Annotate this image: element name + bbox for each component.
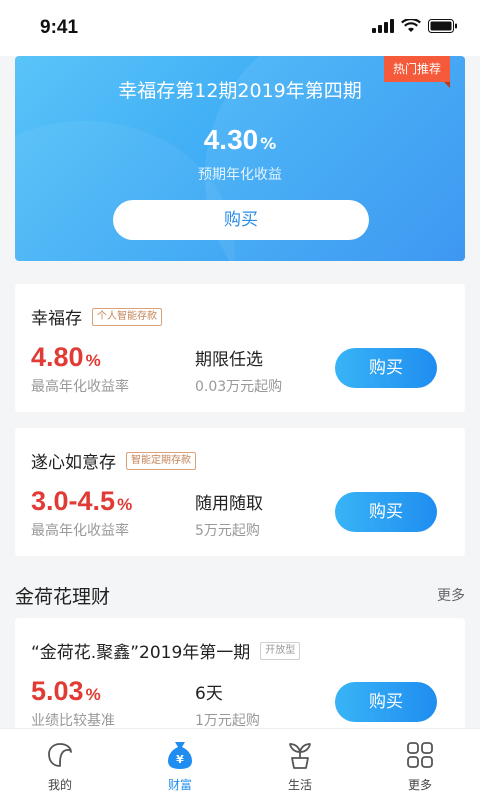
product-rate: 3.0-4.5% xyxy=(31,486,132,517)
product-rate-label: 业绩比较基准 xyxy=(31,713,115,729)
product-name: 幸福存 xyxy=(31,309,82,329)
product-tag: 智能定期存款 xyxy=(126,451,196,470)
tab-label: 生活 xyxy=(287,778,312,792)
banner-buy-button[interactable]: 购买 xyxy=(113,200,369,240)
leaf-icon xyxy=(43,738,77,772)
banner-rate: 4.30% xyxy=(15,124,465,156)
money-bag-icon: ¥ xyxy=(163,738,197,772)
wealth-product-card[interactable]: “金荷花.聚鑫”2019年第一期 开放型 5.03% 业绩比较基准 6天 1万元… xyxy=(15,618,465,746)
product-min-amount: 5万元起购 xyxy=(195,523,260,539)
wifi-icon xyxy=(401,19,421,32)
product-rate-unit: % xyxy=(85,685,101,704)
bottom-tab-bar: 我的 ¥ 财富 生活 更多 xyxy=(0,728,480,800)
tab-label: 财富 xyxy=(167,778,192,792)
section-header: 金荷花理财 更多 xyxy=(15,582,465,608)
product-rate-value: 4.80 xyxy=(31,342,84,372)
status-bar: 9:41 xyxy=(0,0,480,56)
product-rate-unit: % xyxy=(117,495,133,514)
tab-mine[interactable]: 我的 xyxy=(0,729,120,800)
product-name: 遂心如意存 xyxy=(31,453,116,473)
banner-rate-label: 预期年化收益 xyxy=(198,167,282,183)
tab-label: 更多 xyxy=(407,778,432,792)
product-rate-label: 最高年化收益率 xyxy=(31,379,129,395)
tab-life[interactable]: 生活 xyxy=(240,729,360,800)
product-tag: 个人智能存款 xyxy=(92,307,162,326)
product-term: 期限任选 xyxy=(195,350,263,370)
product-name: “金荷花.聚鑫”2019年第一期 xyxy=(31,643,251,663)
buy-button[interactable]: 购买 xyxy=(335,682,437,722)
product-rate: 4.80% xyxy=(31,342,101,373)
battery-icon xyxy=(428,19,457,33)
svg-text:¥: ¥ xyxy=(176,753,184,766)
banner-title: 幸福存第12期2019年第四期 xyxy=(118,80,362,102)
status-icons xyxy=(372,19,458,33)
tab-more[interactable]: 更多 xyxy=(360,729,480,800)
product-term: 6天 xyxy=(195,684,223,704)
cellular-signal-icon xyxy=(372,19,394,33)
status-time: 9:41 xyxy=(40,17,79,38)
product-min-amount: 1万元起购 xyxy=(195,713,260,729)
tab-label: 我的 xyxy=(47,778,72,792)
buy-button[interactable]: 购买 xyxy=(335,348,437,388)
grid-icon xyxy=(403,738,437,772)
product-title: 幸福存 个人智能存款 xyxy=(31,304,162,329)
product-term: 随用随取 xyxy=(195,494,263,514)
banner-rate-value: 4.30 xyxy=(203,124,259,155)
featured-banner[interactable]: 热门推荐 幸福存第12期2019年第四期 4.30% 预期年化收益 购买 xyxy=(15,56,465,261)
product-tag: 开放型 xyxy=(260,641,301,660)
product-rate-value: 5.03 xyxy=(31,676,84,706)
product-rate-unit: % xyxy=(85,351,101,370)
product-card[interactable]: 幸福存 个人智能存款 4.80% 最高年化收益率 期限任选 0.03万元起购 购… xyxy=(15,284,465,412)
section-title: 金荷花理财 xyxy=(15,586,111,608)
more-link[interactable]: 更多 xyxy=(437,585,465,605)
product-title: 遂心如意存 智能定期存款 xyxy=(31,448,196,473)
product-rate-label: 最高年化收益率 xyxy=(31,523,129,539)
product-rate-value: 3.0-4.5 xyxy=(31,486,116,516)
buy-button[interactable]: 购买 xyxy=(335,492,437,532)
product-title: “金荷花.聚鑫”2019年第一期 开放型 xyxy=(31,638,301,663)
product-card[interactable]: 遂心如意存 智能定期存款 3.0-4.5% 最高年化收益率 随用随取 5万元起购… xyxy=(15,428,465,556)
tab-wealth[interactable]: ¥ 财富 xyxy=(120,729,240,800)
banner-rate-unit: % xyxy=(260,134,277,153)
product-rate: 5.03% xyxy=(31,676,101,707)
plant-icon xyxy=(283,738,317,772)
product-min-amount: 0.03万元起购 xyxy=(195,379,283,395)
